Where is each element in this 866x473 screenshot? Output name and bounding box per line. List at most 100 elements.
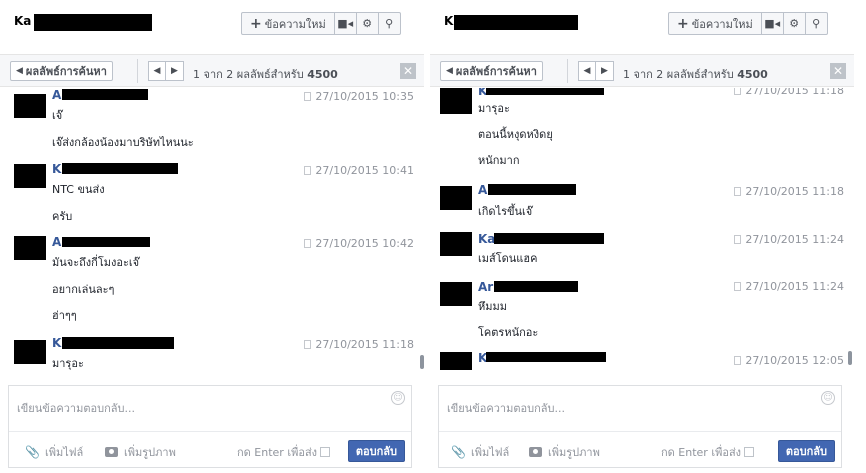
next-result-button[interactable]: ▶ [166, 61, 184, 81]
redacted-name [486, 88, 604, 95]
back-to-results-label: ผลลัพธ์การค้นหา [455, 65, 537, 78]
timestamp: 27/10/2015 11:18 [734, 185, 844, 198]
timestamp: 27/10/2015 11:24 [734, 280, 844, 293]
sender-name[interactable]: K [52, 162, 61, 176]
avatar [440, 352, 472, 370]
avatar [14, 94, 46, 118]
timestamp-text: 27/10/2015 11:24 [745, 280, 844, 293]
next-result-button[interactable]: ▶ [596, 61, 614, 81]
message-text: หนักมาก [478, 154, 520, 167]
message-text: เจ๊ส่งกล้องน้องมาบริษัทไหนนะ [52, 136, 194, 149]
redacted-name [62, 89, 148, 100]
result-count-prefix: 1 จาก 2 ผลลัพธ์สำหรับ [193, 68, 304, 81]
message-thread[interactable]: A 27/10/2015 10:35 เจ๊ เจ๊ส่งกล้องน้องมา… [0, 88, 424, 370]
video-call-button[interactable]: ■◂ [761, 12, 784, 35]
clock-icon [304, 340, 312, 349]
timestamp-text: 27/10/2015 11:24 [745, 233, 844, 246]
enter-to-send-toggle[interactable]: กด Enter เพื่อส่ง [661, 443, 755, 461]
avatar [440, 88, 472, 114]
add-photo-label: เพิ่มรูปภาพ [124, 446, 176, 459]
close-search-button[interactable]: ✕ [400, 63, 416, 79]
result-query: 4500 [737, 68, 768, 81]
enter-to-send-toggle[interactable]: กด Enter เพื่อส่ง [237, 443, 331, 461]
camera-icon [105, 447, 118, 457]
result-nav: ◀ ▶ [578, 61, 614, 81]
close-icon: ✕ [832, 64, 844, 78]
conversation-panel-right: K + ข้อความใหม่ ■◂ ⚙ ⚲ ◀ ผลลัพธ์การค้นหา ◀… [430, 0, 854, 473]
add-photo-button[interactable]: เพิ่มรูปภาพ [529, 443, 600, 461]
chevron-left-icon: ◀ [583, 66, 591, 76]
enter-to-send-label: กด Enter เพื่อส่ง [237, 446, 318, 459]
previous-result-button[interactable]: ◀ [148, 61, 166, 81]
timestamp: 27/10/2015 11:18 [734, 88, 844, 97]
timestamp: 27/10/2015 12:05 [734, 354, 844, 367]
redacted-name [486, 352, 606, 362]
timestamp-text: 27/10/2015 11:18 [315, 338, 414, 351]
search-button[interactable]: ⚲ [805, 12, 828, 35]
redacted-name [34, 14, 152, 31]
message-text: ฮ่าๆๆ [52, 309, 77, 322]
search-button[interactable]: ⚲ [378, 12, 401, 35]
timestamp: 27/10/2015 11:24 [734, 233, 844, 246]
settings-button[interactable]: ⚙ [356, 12, 379, 35]
sender-name[interactable]: A [52, 235, 61, 249]
chevron-right-icon: ▶ [601, 66, 608, 76]
attach-file-button[interactable]: 📎 เพิ่มไฟล์ [25, 443, 83, 461]
sender-name[interactable]: Ka [478, 232, 495, 246]
scrollbar-thumb[interactable] [420, 355, 424, 369]
message-text: โคตรหนักอะ [478, 326, 539, 339]
sender-name[interactable]: A [52, 88, 61, 102]
conversation-header: K + ข้อความใหม่ ■◂ ⚙ ⚲ [430, 0, 854, 50]
attach-file-label: เพิ่มไฟล์ [470, 446, 510, 459]
camera-icon [529, 447, 542, 457]
chevron-left-icon: ◀ [446, 66, 453, 76]
attach-file-button[interactable]: 📎 เพิ่มไฟล์ [451, 443, 509, 461]
emoji-icon[interactable]: ☺ [821, 391, 835, 405]
avatar [14, 340, 46, 364]
redacted-name [62, 163, 178, 174]
add-photo-button[interactable]: เพิ่มรูปภาพ [105, 443, 176, 461]
clock-icon [734, 235, 742, 244]
clock-icon [734, 282, 742, 291]
message-thread[interactable]: K 27/10/2015 11:18 มารุอะ ตอนนี้หงุดหงิด… [430, 88, 854, 370]
video-call-button[interactable]: ■◂ [334, 12, 357, 35]
chevron-left-icon: ◀ [153, 66, 161, 76]
avatar [440, 282, 472, 306]
settings-button[interactable]: ⚙ [783, 12, 806, 35]
scrollbar-thumb[interactable] [848, 351, 852, 365]
composer-footer: 📎 เพิ่มไฟล์ เพิ่มรูปภาพ กด Enter เพื่อส่ง… [9, 431, 411, 467]
result-nav: ◀ ▶ [148, 61, 184, 81]
clock-icon [734, 356, 742, 365]
sender-name[interactable]: A [478, 183, 487, 197]
video-icon: ■◂ [764, 17, 781, 30]
sender-name[interactable]: Ar [478, 280, 493, 294]
reply-input[interactable] [9, 386, 411, 430]
reply-button[interactable]: ตอบกลับ [347, 440, 405, 462]
previous-result-button[interactable]: ◀ [578, 61, 596, 81]
message-text: มันจะถึงกี่โมงอะเจ๊ [52, 256, 140, 269]
back-to-results-button[interactable]: ◀ ผลลัพธ์การค้นหา [440, 61, 543, 81]
reply-button[interactable]: ตอบกลับ [777, 440, 835, 462]
conversation-panel-left: Ka + ข้อความใหม่ ■◂ ⚙ ⚲ ◀ ผลลัพธ์การค้นหา … [0, 0, 424, 473]
clock-icon [304, 166, 312, 175]
enter-to-send-checkbox[interactable] [744, 447, 755, 457]
redacted-name [454, 15, 578, 30]
add-photo-label: เพิ่มรูปภาพ [548, 446, 600, 459]
message-text: ครับ [52, 210, 73, 223]
timestamp-text: 27/10/2015 11:18 [745, 88, 844, 97]
close-search-button[interactable]: ✕ [830, 63, 846, 79]
paperclip-icon: 📎 [25, 445, 40, 459]
new-message-button[interactable]: + ข้อความใหม่ [241, 12, 335, 35]
emoji-icon[interactable]: ☺ [391, 391, 405, 405]
reply-input[interactable] [439, 386, 841, 430]
sender-name[interactable]: K [52, 336, 61, 350]
enter-to-send-label: กด Enter เพื่อส่ง [661, 446, 742, 459]
back-to-results-button[interactable]: ◀ ผลลัพธ์การค้นหา [10, 61, 113, 81]
new-message-button[interactable]: + ข้อความใหม่ [668, 12, 762, 35]
message-text: มารุอะ [52, 357, 84, 370]
avatar [14, 164, 46, 188]
gear-icon: ⚙ [362, 17, 373, 30]
result-count: 1 จาก 2 ผลลัพธ์สำหรับ 4500 [193, 65, 338, 83]
enter-to-send-checkbox[interactable] [320, 447, 331, 457]
redacted-name [62, 237, 150, 247]
